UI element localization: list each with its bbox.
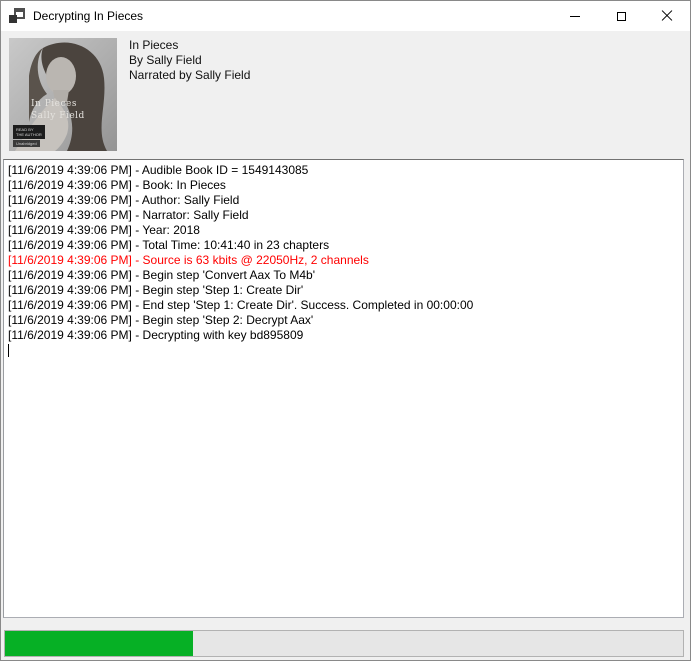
book-author: By Sally Field [129, 53, 250, 68]
cover-unabridged-badge: Unabridged [13, 140, 40, 147]
app-icon[interactable] [9, 8, 25, 24]
close-icon [661, 10, 673, 22]
cover-title-text: In Pieces Sally Field [31, 98, 85, 122]
log-line: [11/6/2019 4:39:06 PM] - Year: 2018 [8, 223, 679, 238]
log-line: [11/6/2019 4:39:06 PM] - Decrypting with… [8, 328, 679, 343]
book-cover-image: In Pieces Sally Field READ BY THE AUTHOR… [9, 38, 117, 151]
text-caret [8, 344, 9, 357]
minimize-button[interactable] [552, 1, 598, 31]
maximize-button[interactable] [598, 1, 644, 31]
maximize-icon [617, 12, 626, 21]
book-info: In Pieces By Sally Field Narrated by Sal… [129, 38, 250, 83]
log-line: [11/6/2019 4:39:06 PM] - Book: In Pieces [8, 178, 679, 193]
log-line: [11/6/2019 4:39:06 PM] - End step 'Step … [8, 298, 679, 313]
log-line: [11/6/2019 4:39:06 PM] - Audible Book ID… [8, 163, 679, 178]
log-line: [11/6/2019 4:39:06 PM] - Source is 63 kb… [8, 253, 679, 268]
log-line: [11/6/2019 4:39:06 PM] - Narrator: Sally… [8, 208, 679, 223]
progress-bar [4, 630, 684, 657]
minimize-icon [570, 16, 580, 17]
caption-buttons [552, 1, 690, 31]
log-output-textbox[interactable]: [11/6/2019 4:39:06 PM] - Audible Book ID… [3, 159, 684, 618]
book-narrator: Narrated by Sally Field [129, 68, 250, 83]
close-button[interactable] [644, 1, 690, 31]
titlebar[interactable]: Decrypting In Pieces [1, 1, 690, 31]
log-line: [11/6/2019 4:39:06 PM] - Author: Sally F… [8, 193, 679, 208]
log-line: [11/6/2019 4:39:06 PM] - Total Time: 10:… [8, 238, 679, 253]
log-line: [11/6/2019 4:39:06 PM] - Begin step 'Con… [8, 268, 679, 283]
window-title: Decrypting In Pieces [33, 9, 143, 23]
cover-read-by-author-badge: READ BY THE AUTHOR [13, 125, 45, 139]
app-window: Decrypting In Pieces [0, 0, 691, 661]
app-icon-square-shape [9, 15, 17, 23]
book-title: In Pieces [129, 38, 250, 53]
log-line: [11/6/2019 4:39:06 PM] - Begin step 'Ste… [8, 283, 679, 298]
log-line: [11/6/2019 4:39:06 PM] - Begin step 'Ste… [8, 313, 679, 328]
progress-bar-fill [5, 631, 193, 656]
